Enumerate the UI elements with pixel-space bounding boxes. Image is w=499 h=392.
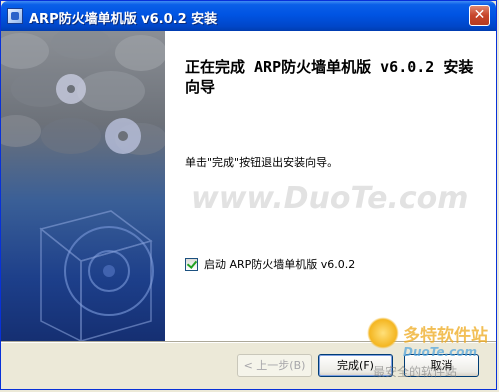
wizard-content: 正在完成 ARP防火墙单机版 v6.0.2 安装向导 单击"完成"按钮退出安装向… [165, 31, 496, 341]
finish-button[interactable]: 完成(F) [318, 354, 393, 377]
page-title: 正在完成 ARP防火墙单机版 v6.0.2 安装向导 [185, 58, 474, 96]
close-button[interactable]: ✕ [469, 5, 490, 26]
cancel-button[interactable]: 取消 [404, 354, 479, 377]
launch-app-label[interactable]: 启动 ARP防火墙单机版 v6.0.2 [204, 256, 355, 272]
back-button[interactable]: < 上一步(B) [237, 354, 312, 377]
title-bar[interactable]: ARP防火墙单机版 v6.0.2 安装 ✕ [1, 1, 496, 31]
window-title: ARP防火墙单机版 v6.0.2 安装 [29, 12, 218, 27]
watermark-text: www.DuoTe.com [191, 181, 469, 216]
footer-separator [1, 341, 496, 343]
installer-window: ARP防火墙单机版 v6.0.2 安装 ✕ 正在完成 ARP防火墙单机版 v6.… [0, 0, 497, 390]
app-icon [7, 8, 23, 24]
launch-app-checkbox[interactable]: 启动 ARP防火墙单机版 v6.0.2 [185, 256, 355, 272]
instruction-text: 单击"完成"按钮退出安装向导。 [185, 156, 339, 169]
banner-graphic [1, 31, 165, 341]
box-icon [39, 210, 153, 341]
installer-banner-image [1, 31, 165, 341]
checkbox-checked-icon[interactable] [185, 257, 198, 271]
